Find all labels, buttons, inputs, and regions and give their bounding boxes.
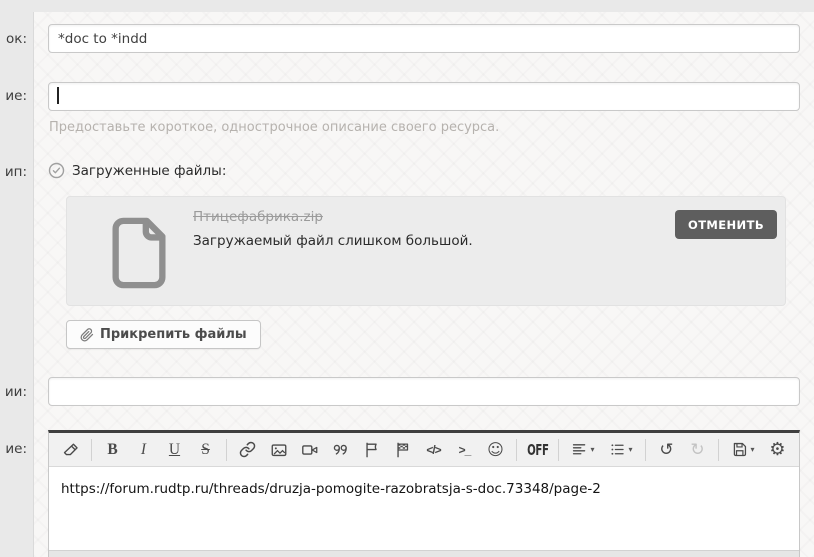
- tagline-input[interactable]: [48, 82, 800, 111]
- editor-toolbar: B I U S </> >_ ☺ OFF ▾ ▾ ↺ ↻ ▾ ⚙: [49, 433, 799, 467]
- toolbar-separator: [516, 438, 517, 461]
- chevron-down-icon: ▾: [750, 445, 755, 454]
- insert-media-button[interactable]: [294, 437, 325, 463]
- drafts-button[interactable]: ▾: [724, 437, 762, 463]
- undo-button[interactable]: ↺: [651, 437, 682, 463]
- code-button[interactable]: </>: [418, 437, 449, 463]
- toolbar-separator: [226, 438, 227, 461]
- field-label-message: ие:: [5, 441, 27, 457]
- bbcode-off-label: OFF: [526, 440, 549, 459]
- bbcode-toggle-button[interactable]: OFF: [522, 437, 553, 463]
- upload-error-text: Загружаемый файл слишком большой.: [193, 233, 473, 249]
- bold-button[interactable]: B: [97, 437, 128, 463]
- floppy-save-icon: [734, 442, 747, 457]
- editor-text: https://forum.rudtp.ru/threads/druzja-po…: [61, 481, 601, 497]
- quote-button[interactable]: [325, 437, 356, 463]
- chevron-down-icon: ▾: [628, 445, 633, 454]
- field-label-title: ок:: [6, 31, 27, 47]
- flag-button[interactable]: [356, 437, 387, 463]
- file-icon: [112, 217, 166, 289]
- align-left-icon: [573, 444, 586, 455]
- editor-resize-bar[interactable]: [49, 550, 799, 557]
- uploaded-file-panel: Птицефабрика.zip Загружаемый файл слишко…: [66, 196, 786, 306]
- toolbar-separator: [558, 438, 559, 461]
- inline-code-button[interactable]: >_: [449, 437, 480, 463]
- uploaded-filename: Птицефабрика.zip: [193, 209, 323, 225]
- resource-form: ок: ие: ип: ии: ие: Предоставьте коротко…: [0, 0, 814, 557]
- checkered-flag-button[interactable]: [387, 437, 418, 463]
- attach-files-button[interactable]: Прикрепить файлы: [66, 320, 261, 349]
- field-label-version: ии:: [4, 384, 27, 400]
- editor-settings-button[interactable]: ⚙: [762, 437, 793, 463]
- tagline-hint: Предоставьте короткое, однострочное опис…: [49, 120, 500, 135]
- strikethrough-button[interactable]: S: [190, 437, 221, 463]
- checkered-flag-icon: [396, 442, 408, 457]
- gear-icon: ⚙: [769, 439, 786, 460]
- list-button[interactable]: ▾: [602, 437, 640, 463]
- cancel-upload-button[interactable]: ОТМЕНИТЬ: [675, 210, 777, 239]
- check-circle-icon: [48, 162, 65, 179]
- toolbar-separator: [645, 438, 646, 461]
- insert-image-button[interactable]: [263, 437, 294, 463]
- paperclip-icon: [80, 327, 94, 341]
- quote-icon: [333, 444, 347, 455]
- underline-button[interactable]: U: [159, 437, 190, 463]
- version-input[interactable]: [48, 377, 800, 406]
- editor-body[interactable]: https://forum.rudtp.ru/threads/druzja-po…: [49, 467, 799, 550]
- attach-files-label: Прикрепить файлы: [100, 327, 247, 342]
- message-editor: B I U S </> >_ ☺ OFF ▾ ▾ ↺ ↻ ▾ ⚙ https:/…: [48, 430, 800, 557]
- italic-button[interactable]: I: [128, 437, 159, 463]
- image-icon: [271, 443, 286, 456]
- redo-button[interactable]: ↻: [682, 437, 713, 463]
- redo-icon: ↻: [690, 439, 705, 460]
- field-label-type: ип:: [4, 164, 27, 180]
- link-button[interactable]: [232, 437, 263, 463]
- flag-icon: [365, 442, 377, 457]
- eraser-icon: [63, 443, 78, 455]
- alignment-button[interactable]: ▾: [564, 437, 602, 463]
- link-icon: [239, 441, 256, 458]
- smiley-icon: ☺: [487, 440, 504, 459]
- text-cursor: [57, 87, 59, 104]
- video-camera-icon: [301, 444, 317, 455]
- chevron-down-icon: ▾: [590, 445, 595, 454]
- type-option-label: Загруженные файлы:: [72, 162, 227, 179]
- toolbar-separator: [718, 438, 719, 461]
- smilies-button[interactable]: ☺: [480, 437, 511, 463]
- field-label-tagline: ие:: [5, 88, 27, 104]
- undo-icon: ↺: [659, 439, 674, 460]
- remove-format-button[interactable]: [55, 437, 86, 463]
- title-input[interactable]: [48, 24, 800, 53]
- list-icon: [611, 444, 625, 455]
- resource-type-row: Загруженные файлы:: [48, 162, 226, 179]
- toolbar-separator: [91, 438, 92, 461]
